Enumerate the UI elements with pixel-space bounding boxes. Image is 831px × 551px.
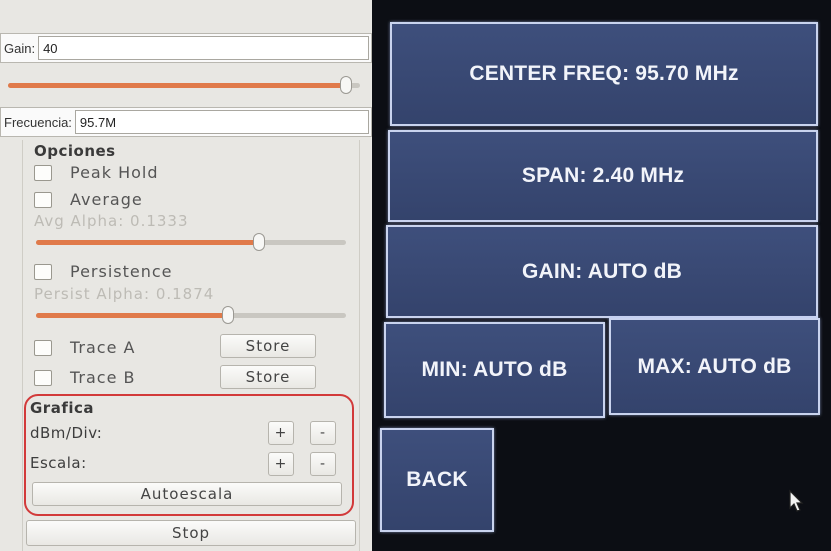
frequency-label: Frecuencia: [4, 114, 72, 130]
gain-slider[interactable] [8, 75, 360, 95]
avg-alpha-slider[interactable] [36, 232, 346, 252]
touchscreen-display: CENTER FREQ: 95.70 MHz SPAN: 2.40 MHz GA… [372, 0, 831, 551]
escala-plus-button[interactable]: + [268, 452, 294, 476]
grafica-title: Grafica [30, 399, 95, 417]
trace-b-checkbox[interactable]: Trace B [34, 368, 136, 387]
trace-b-label: Trace B [70, 368, 136, 387]
span-button[interactable]: SPAN: 2.40 MHz [388, 130, 818, 222]
dbm-div-label: dBm/Div: [30, 424, 103, 442]
gnuradio-control-panel: Gain: Frecuencia: Opciones Peak Hold Ave… [0, 0, 372, 551]
min-button[interactable]: MIN: AUTO dB [384, 322, 605, 418]
mouse-pointer-icon [789, 489, 804, 512]
gain-label: Gain: [4, 40, 36, 56]
average-label: Average [70, 190, 143, 209]
avg-alpha-label: Avg Alpha: 0.1333 [34, 212, 189, 230]
frequency-row: Frecuencia: [0, 107, 372, 137]
persistence-checkbox[interactable]: Persistence [34, 262, 173, 281]
trace-a-checkbox[interactable]: Trace A [34, 338, 135, 357]
max-button[interactable]: MAX: AUTO dB [609, 318, 820, 415]
persist-alpha-slider[interactable] [36, 305, 346, 325]
trace-a-store-button[interactable]: Store [220, 334, 316, 358]
stop-button[interactable]: Stop [26, 520, 356, 546]
gain-input[interactable] [38, 36, 369, 60]
persistence-label: Persistence [70, 262, 173, 281]
dbm-div-minus-button[interactable]: - [310, 421, 336, 445]
peak-hold-label: Peak Hold [70, 163, 159, 182]
center-freq-button[interactable]: CENTER FREQ: 95.70 MHz [390, 22, 818, 126]
persist-alpha-label: Persist Alpha: 0.1874 [34, 285, 215, 303]
frequency-input[interactable] [74, 110, 369, 134]
trace-a-label: Trace A [70, 338, 136, 357]
trace-b-store-button[interactable]: Store [220, 365, 316, 389]
average-checkbox[interactable]: Average [34, 190, 143, 209]
escala-minus-button[interactable]: - [310, 452, 336, 476]
options-title: Opciones [34, 142, 116, 160]
autoescala-button[interactable]: Autoescala [32, 482, 342, 506]
back-button[interactable]: BACK [380, 428, 494, 532]
gain-row: Gain: [0, 33, 372, 63]
escala-label: Escala: [30, 454, 87, 472]
peak-hold-checkbox[interactable]: Peak Hold [34, 163, 159, 182]
dbm-div-plus-button[interactable]: + [268, 421, 294, 445]
gain-button[interactable]: GAIN: AUTO dB [386, 225, 818, 318]
